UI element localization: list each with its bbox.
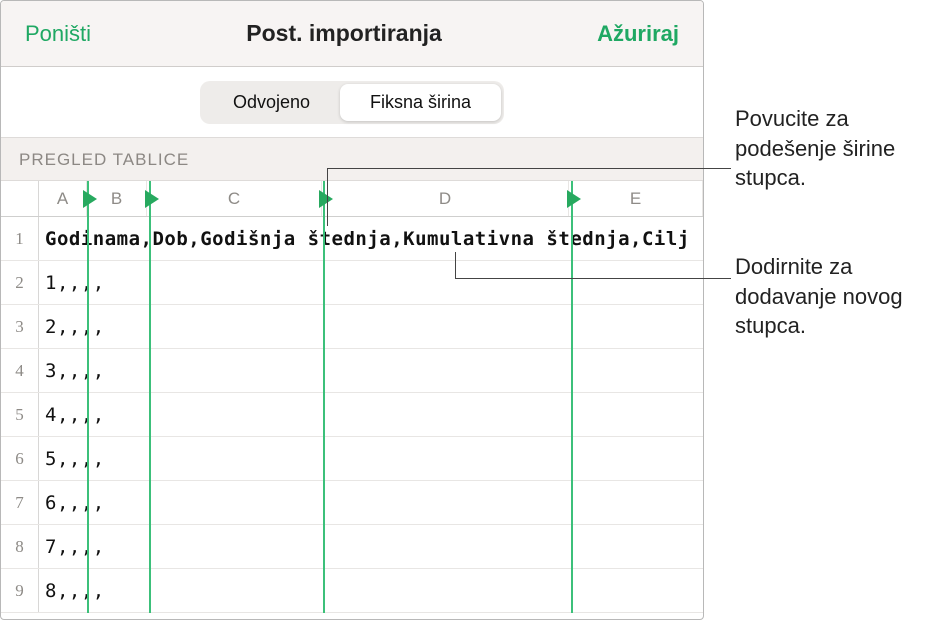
row-number: 1	[1, 217, 39, 260]
table-row: 65,,,,	[1, 437, 703, 481]
row-number: 8	[1, 525, 39, 568]
callout-drag: Povucite za podešenje širine stupca.	[735, 104, 925, 193]
column-header[interactable]: D	[322, 181, 569, 216]
row-number: 2	[1, 261, 39, 304]
row-content: 3,,,,	[39, 349, 703, 392]
row-number: 7	[1, 481, 39, 524]
callout-drag-line-h	[327, 168, 731, 169]
table-preview: ABCDE 1Godinama,Dob,Godišnja štednja,Kum…	[1, 181, 703, 613]
row-content: 8,,,,	[39, 569, 703, 612]
row-content: 7,,,,	[39, 525, 703, 568]
row-number: 9	[1, 569, 39, 612]
segmented-control: Odvojeno Fiksna širina	[200, 81, 504, 124]
table-row: 43,,,,	[1, 349, 703, 393]
segmented-control-wrap: Odvojeno Fiksna širina	[1, 67, 703, 137]
row-content: 4,,,,	[39, 393, 703, 436]
callout-tap-line-v	[455, 252, 456, 278]
column-splitter[interactable]	[571, 181, 573, 613]
table-row: 98,,,,	[1, 569, 703, 613]
callout-tap-line-h	[455, 278, 731, 279]
row-number: 3	[1, 305, 39, 348]
splitter-handle-icon[interactable]	[145, 190, 159, 208]
row-number: 4	[1, 349, 39, 392]
column-splitter[interactable]	[87, 181, 89, 613]
table-row: 1Godinama,Dob,Godišnja štednja,Kumulativ…	[1, 217, 703, 261]
row-content: 5,,,,	[39, 437, 703, 480]
splitter-handle-icon[interactable]	[83, 190, 97, 208]
table-preview-label: PREGLED TABLICE	[1, 137, 703, 181]
table-row: 32,,,,	[1, 305, 703, 349]
table-row: 76,,,,	[1, 481, 703, 525]
row-content: 1,,,,	[39, 261, 703, 304]
row-content: Godinama,Dob,Godišnja štednja,Kumulativn…	[39, 217, 703, 260]
column-header[interactable]: C	[147, 181, 322, 216]
preview-rows: 1Godinama,Dob,Godišnja štednja,Kumulativ…	[1, 217, 703, 613]
callout-tap: Dodirnite za dodavanje novog stupca.	[735, 252, 925, 341]
splitter-handle-icon[interactable]	[319, 190, 333, 208]
callout-drag-line-v	[327, 168, 328, 226]
import-settings-panel: Poništi Post. importiranja Ažuriraj Odvo…	[0, 0, 704, 620]
row-number: 6	[1, 437, 39, 480]
rownum-gutter	[1, 181, 39, 216]
column-header-row: ABCDE	[1, 181, 703, 217]
table-row: 21,,,,	[1, 261, 703, 305]
row-number: 5	[1, 393, 39, 436]
segment-fixed-width[interactable]: Fiksna širina	[340, 84, 501, 121]
table-row: 54,,,,	[1, 393, 703, 437]
table-row: 87,,,,	[1, 525, 703, 569]
column-header[interactable]: A	[39, 181, 87, 216]
column-splitter[interactable]	[149, 181, 151, 613]
row-content: 2,,,,	[39, 305, 703, 348]
update-button[interactable]: Ažuriraj	[597, 21, 679, 47]
column-splitter[interactable]	[323, 181, 325, 613]
panel-header: Poništi Post. importiranja Ažuriraj	[1, 1, 703, 67]
splitter-handle-icon[interactable]	[567, 190, 581, 208]
panel-title: Post. importiranja	[246, 20, 442, 47]
segment-delimited[interactable]: Odvojeno	[203, 84, 340, 121]
cancel-button[interactable]: Poništi	[25, 21, 91, 47]
column-header[interactable]: E	[569, 181, 703, 216]
row-content: 6,,,,	[39, 481, 703, 524]
